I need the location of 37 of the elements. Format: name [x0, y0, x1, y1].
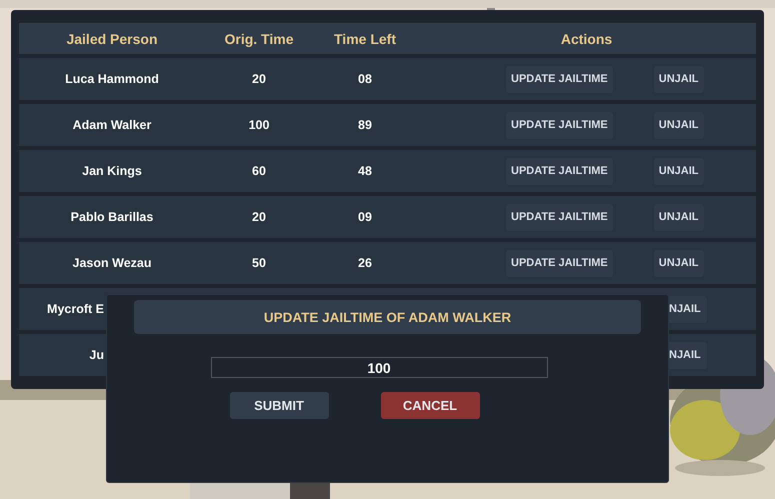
person-name: Adam Walker	[72, 118, 152, 132]
cancel-button[interactable]: CANCEL	[380, 392, 480, 419]
column-header: Time Left	[334, 30, 396, 46]
submit-button[interactable]: SUBMIT	[230, 392, 328, 419]
update-jailtime-button[interactable]: UPDATE JAILTIME	[506, 112, 613, 138]
orig-time: 60	[252, 164, 266, 178]
unjail-button[interactable]: NJAIL	[669, 296, 707, 322]
update-jailtime-button[interactable]: UPDATE JAILTIME	[506, 250, 613, 276]
person-name: Jason Wezau	[72, 256, 152, 270]
person-name: Mycroft E	[47, 302, 104, 316]
time-left: 26	[358, 256, 372, 270]
update-jailtime-button[interactable]: UPDATE JAILTIME	[506, 66, 613, 92]
input-field[interactable]: 100	[210, 357, 548, 378]
unjail-button[interactable]: UNJAIL	[654, 66, 704, 92]
update-jailtime-button[interactable]: UPDATE JAILTIME	[506, 158, 613, 184]
unjail-button[interactable]: UNJAIL	[654, 112, 704, 138]
orig-time: 20	[252, 210, 266, 224]
time-left: 09	[358, 210, 372, 224]
orig-time: 100	[248, 118, 270, 132]
person-name: Ju	[89, 348, 104, 362]
column-header: Jailed Person	[66, 30, 158, 46]
time-left: 48	[358, 164, 372, 178]
time-left: 08	[358, 72, 372, 86]
person-name: Luca Hammond	[65, 72, 159, 86]
person-name: Jan Kings	[82, 164, 142, 178]
column-header: Orig. Time	[224, 30, 294, 46]
orig-time: 50	[252, 256, 266, 270]
dialog-title: UPDATE JAILTIME OF ADAM WALKER	[134, 300, 641, 334]
update-jailtime-button[interactable]: UPDATE JAILTIME	[506, 204, 613, 230]
unjail-button[interactable]: UNJAIL	[654, 158, 704, 184]
unjail-button[interactable]: NJAIL	[669, 342, 707, 368]
unjail-button[interactable]: UNJAIL	[654, 204, 704, 230]
person-name: Pablo Barillas	[70, 210, 154, 224]
unjail-button[interactable]: UNJAIL	[654, 250, 704, 276]
column-header: Actions	[560, 30, 612, 46]
time-left: 89	[358, 118, 372, 132]
orig-time: 20	[252, 72, 266, 86]
